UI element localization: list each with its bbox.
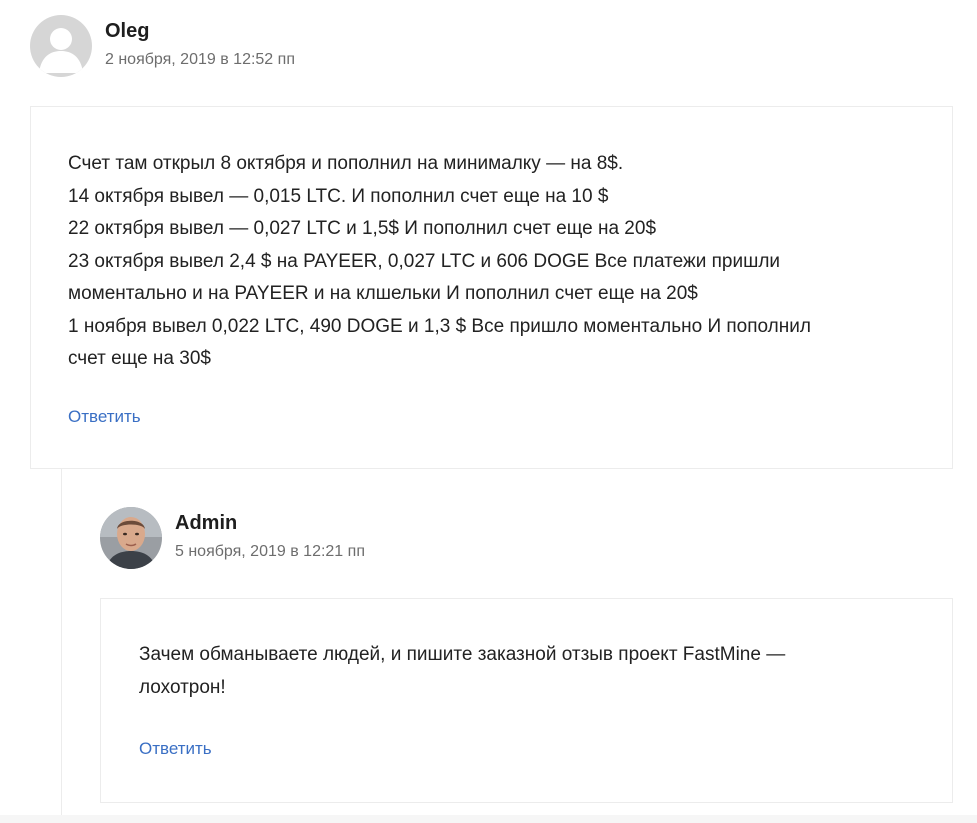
comment-date[interactable]: 2 ноября, 2019 в 12:52 пп xyxy=(105,51,295,69)
comment-text-line: Зачем обманываете людей, и пишите заказн… xyxy=(139,644,786,665)
comment-body-oleg: Счет там открыл 8 октября и пополнил на … xyxy=(30,106,953,469)
comment-text-line: 1 ноября вывел 0,022 LTC, 490 DOGE и 1,3… xyxy=(68,315,811,337)
comment-author[interactable]: Oleg xyxy=(105,20,149,43)
reply-button[interactable]: Ответить xyxy=(68,407,141,427)
comment-text-line: Счет там открыл 8 октября и пополнил на … xyxy=(68,153,624,174)
comment-text-line: 14 октября вывел — 0,015 LTC. И пополнил… xyxy=(68,185,609,207)
comment-text: Счет там открыл 8 октября и пополнил на … xyxy=(68,148,811,376)
thread-indent-line xyxy=(61,469,62,823)
comment-body-admin: Зачем обманываете людей, и пишите заказн… xyxy=(100,598,953,803)
comment-header-admin: Admin 5 ноября, 2019 в 12:21 пп xyxy=(100,507,700,569)
comments-section: Oleg 2 ноября, 2019 в 12:52 пп Счет там … xyxy=(0,0,977,823)
section-divider xyxy=(0,815,977,823)
comment-author[interactable]: Admin xyxy=(175,512,237,535)
comment-text-line: 23 октября вывел 2,4 $ на PAYEER, 0,027 … xyxy=(68,250,781,272)
comment-text-line: 22 октября вывел — 0,027 LTC и 1,5$ И по… xyxy=(68,218,657,239)
default-user-avatar-icon xyxy=(30,15,92,77)
comment-header-oleg: Oleg 2 ноября, 2019 в 12:52 пп xyxy=(30,15,630,77)
comment-text-line: моментально и на PAYEER и на клшельки И … xyxy=(68,283,698,304)
comment-text: Зачем обманываете людей, и пишите заказн… xyxy=(139,639,785,704)
reply-button[interactable]: Ответить xyxy=(139,739,212,759)
admin-photo-avatar-icon xyxy=(100,507,162,569)
comment-text-line: лохотрон! xyxy=(139,676,226,698)
comment-date[interactable]: 5 ноября, 2019 в 12:21 пп xyxy=(175,543,365,561)
comment-text-line: счет еще на 30$ xyxy=(68,348,211,369)
